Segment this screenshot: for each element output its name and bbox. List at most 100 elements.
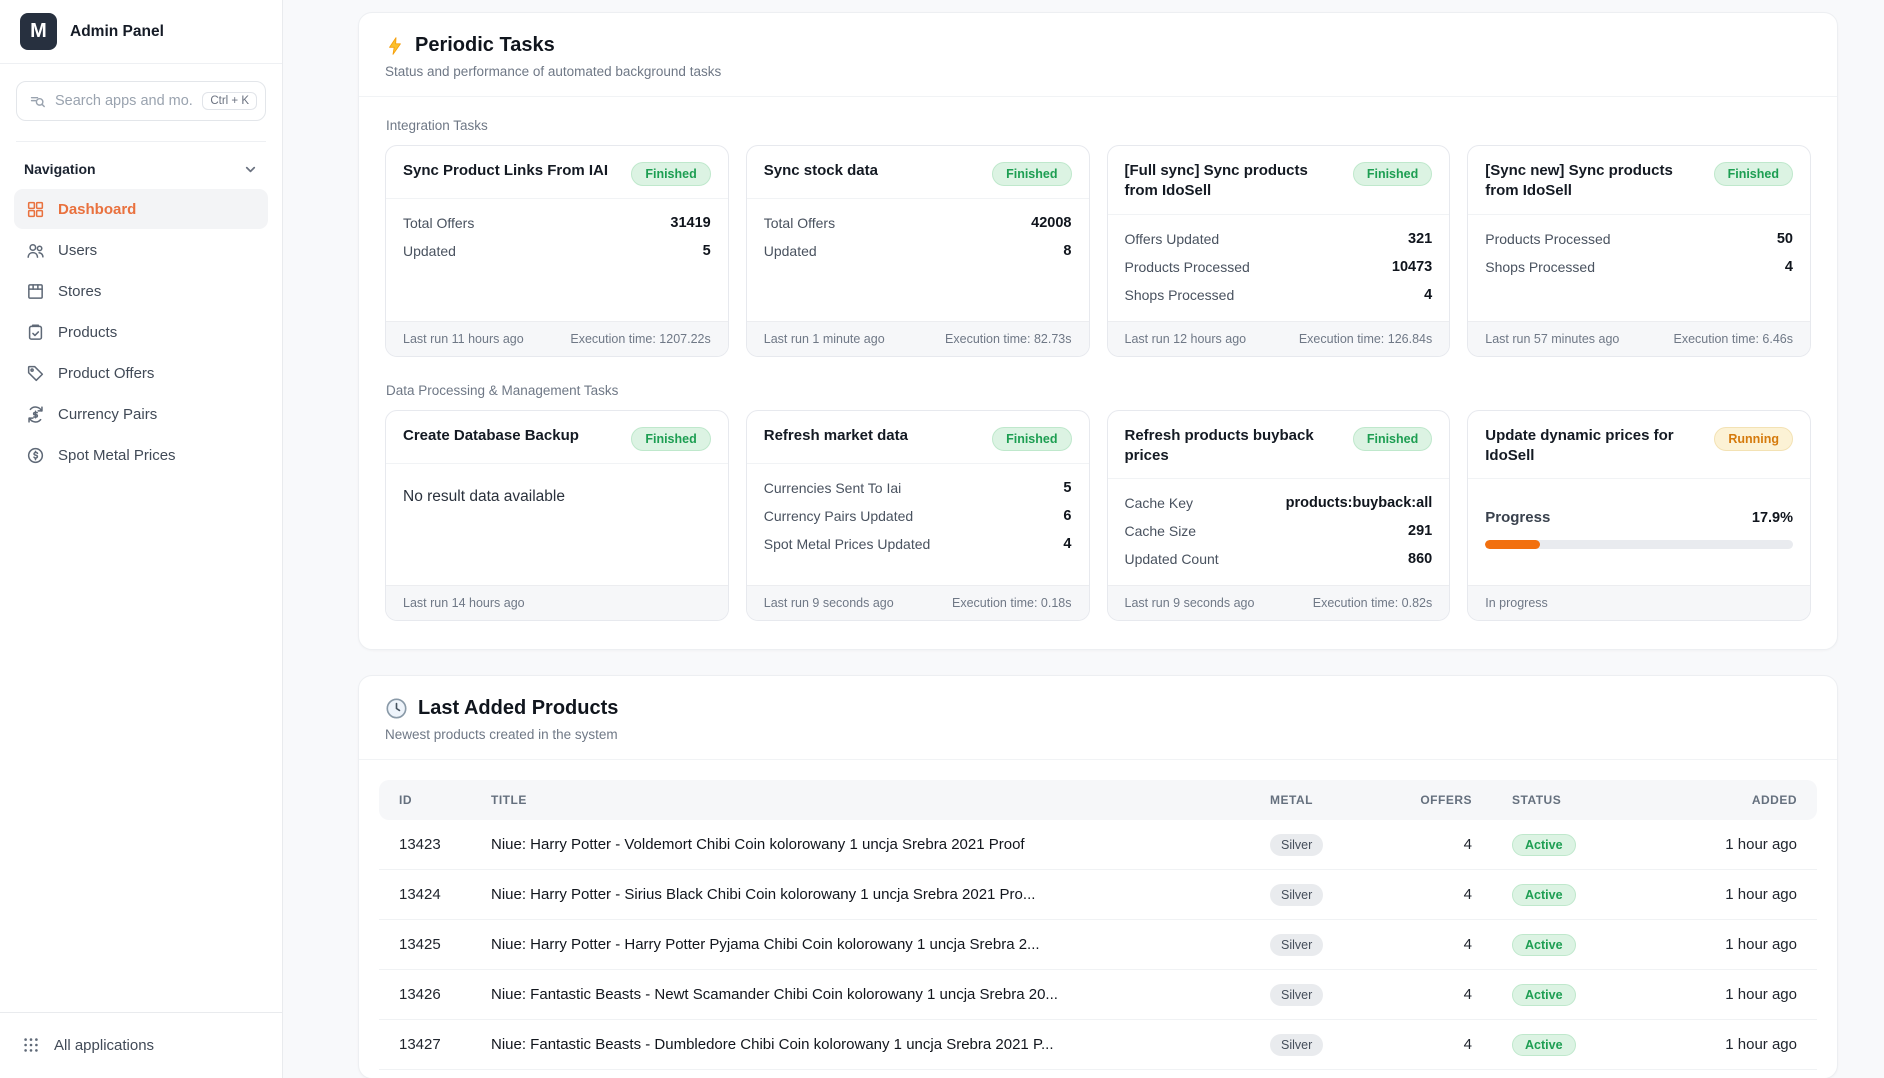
metal-badge: Silver [1270,884,1323,906]
product-title: Niue: Fantastic Beasts - Dumbledore Chib… [471,1020,1250,1070]
search-shortcut-badge: Ctrl + K [202,92,257,110]
task-card-update-dynamic-prices-for-idosell: Update dynamic prices for IdoSellRunning… [1467,410,1811,622]
sidebar-item-product-offers[interactable]: Product Offers [14,353,268,393]
sidebar-header: M Admin Panel [0,0,282,64]
metric-value: 6 [1063,508,1071,524]
last-run-text: Last run 14 hours ago [403,596,525,610]
task-card-grid: Sync Product Links From IAIFinishedTotal… [385,145,1811,357]
sidebar-item-label: Product Offers [58,365,154,382]
metric-label: Total Offers [403,215,474,231]
task-card-sync-stock-data: Sync stock dataFinishedTotal Offers42008… [746,145,1090,357]
table-row[interactable]: 13423Niue: Harry Potter - Voldemort Chib… [379,820,1817,870]
task-card-header: Refresh products buyback pricesFinished [1108,411,1450,480]
metric-value: 4 [1063,536,1071,552]
chevron-down-icon [243,162,258,177]
metric-label: Updated [764,243,817,259]
metric-value: 291 [1408,523,1432,539]
product-title: Niue: Harry Potter - Harry Potter Pyjama… [471,920,1250,970]
product-added-time: 1 hour ago [1642,970,1817,1020]
sidebar-item-spot-metal-prices[interactable]: Spot Metal Prices [14,435,268,475]
task-card-footer: Last run 9 seconds agoExecution time: 0.… [747,585,1089,620]
search-icon [29,93,46,110]
sidebar: M Admin Panel Search apps and mo... Ctrl… [0,0,283,1078]
metric-value: 5 [703,243,711,259]
periodic-tasks-header: Periodic Tasks Status and performance of… [359,13,1837,97]
task-card-body: Currencies Sent To Iai5Currency Pairs Up… [747,464,1089,586]
task-card-body: Total Offers31419Updated5 [386,199,728,321]
task-card-header: Refresh market dataFinished [747,411,1089,464]
periodic-tasks-title: Periodic Tasks [415,34,555,57]
table-row[interactable]: 13425Niue: Harry Potter - Harry Potter P… [379,920,1817,970]
table-row[interactable]: 13426Niue: Fantastic Beasts - Newt Scama… [379,970,1817,1020]
progress-label-row: Progress17.9% [1485,503,1793,532]
nav-section-label: Navigation [24,161,96,177]
column-header-added: ADDED [1642,780,1817,820]
metric-value: 5 [1063,480,1071,496]
product-offers-icon [26,364,45,383]
task-card-footer: Last run 11 hours ago Execution time: 120… [386,321,728,356]
product-status-cell: Active [1492,920,1642,970]
metric-label: Shops Processed [1485,259,1595,275]
product-metal-cell: Silver [1250,970,1400,1020]
metric-row: Total Offers 31419 [403,209,711,237]
task-card-body: Offers Updated321Products Processed10473… [1108,215,1450,321]
product-id: 13425 [379,920,471,970]
table-row[interactable]: 13424Niue: Harry Potter - Sirius Black C… [379,870,1817,920]
task-card-body: Products Processed50Shops Processed4 [1468,215,1810,321]
metric-label: Updated Count [1125,551,1219,567]
empty-message: No result data available [403,474,711,506]
sidebar-item-products[interactable]: Products [14,312,268,352]
metric-row: Shops Processed4 [1125,281,1433,309]
lightning-icon [385,35,405,57]
task-card-header: [Sync new] Sync products from IdoSell Fin… [1468,146,1810,215]
all-applications-button[interactable]: All applications [10,1025,272,1065]
task-card-sync-product-links-from-iai: Sync Product Links From IAIFinishedTotal… [385,145,729,357]
metric-value: 31419 [670,215,710,231]
task-card-footer: Last run 9 seconds agoExecution time: 0.… [1108,585,1450,620]
product-id: 13424 [379,870,471,920]
task-card-title: [Sync new] Sync products from IdoSell [1485,161,1703,202]
task-card-body: Cache Keyproducts:buyback:allCache Size2… [1108,479,1450,585]
metal-badge: Silver [1270,934,1323,956]
last-run-text: Last run 11 hours ago [403,332,524,346]
task-card-grid: Create Database BackupFinished No result … [385,410,1811,622]
metric-label: Shops Processed [1125,287,1235,303]
task-card-header: Create Database BackupFinished [386,411,728,464]
metric-value: 321 [1408,231,1432,247]
status-badge: Finished [1353,162,1432,186]
nav-section-toggle[interactable]: Navigation [14,153,268,189]
status-badge: Active [1512,984,1576,1006]
product-added-time: 1 hour ago [1642,1020,1817,1070]
metric-value: 8 [1063,243,1071,259]
task-card-footer: Last run 14 hours ago [386,585,728,620]
product-offers-count: 4 [1400,970,1492,1020]
column-header-id: ID [379,780,471,820]
task-card-header: Sync stock dataFinished [747,146,1089,199]
product-offers-count: 4 [1400,870,1492,920]
sidebar-item-dashboard[interactable]: Dashboard [14,189,268,229]
progress-bar [1485,540,1793,549]
execution-time-text: Execution time: 1207.22s [570,332,710,346]
search-input[interactable]: Search apps and mo... Ctrl + K [16,81,266,121]
task-card-title: Create Database Backup [403,426,579,446]
task-group-data-processing-management-tasks: Data Processing & Management TasksCreate… [385,383,1811,622]
task-card-title: Update dynamic prices for IdoSell [1485,426,1704,467]
periodic-tasks-panel: Periodic Tasks Status and performance of… [358,12,1838,650]
metric-row: Spot Metal Prices Updated4 [764,530,1072,558]
sidebar-item-stores[interactable]: Stores [14,271,268,311]
products-table: IDTITLEMETALOFFERSSTATUSADDED 13423Niue:… [379,780,1817,1070]
column-header-offers: OFFERS [1400,780,1492,820]
sidebar-item-label: Currency Pairs [58,406,157,423]
status-badge: Finished [1714,162,1793,186]
last-run-text: Last run 12 hours ago [1125,332,1247,346]
sidebar-item-currency-pairs[interactable]: Currency Pairs [14,394,268,434]
task-card-title: [Full sync] Sync products from IdoSell [1125,161,1343,202]
task-card-header: [Full sync] Sync products from IdoSell Fi… [1108,146,1450,215]
sidebar-item-users[interactable]: Users [14,230,268,270]
nav-section: Navigation DashboardUsersStoresProducts P… [0,142,282,476]
table-row[interactable]: 13427Niue: Fantastic Beasts - Dumbledore… [379,1020,1817,1070]
metric-label: Currencies Sent To Iai [764,480,901,496]
task-card-full-sync-sync-products-from-idosell: [Full sync] Sync products from IdoSell Fi… [1107,145,1451,357]
metric-row: Cache Size291 [1125,517,1433,545]
last-run-text: Last run 1 minute ago [764,332,885,346]
